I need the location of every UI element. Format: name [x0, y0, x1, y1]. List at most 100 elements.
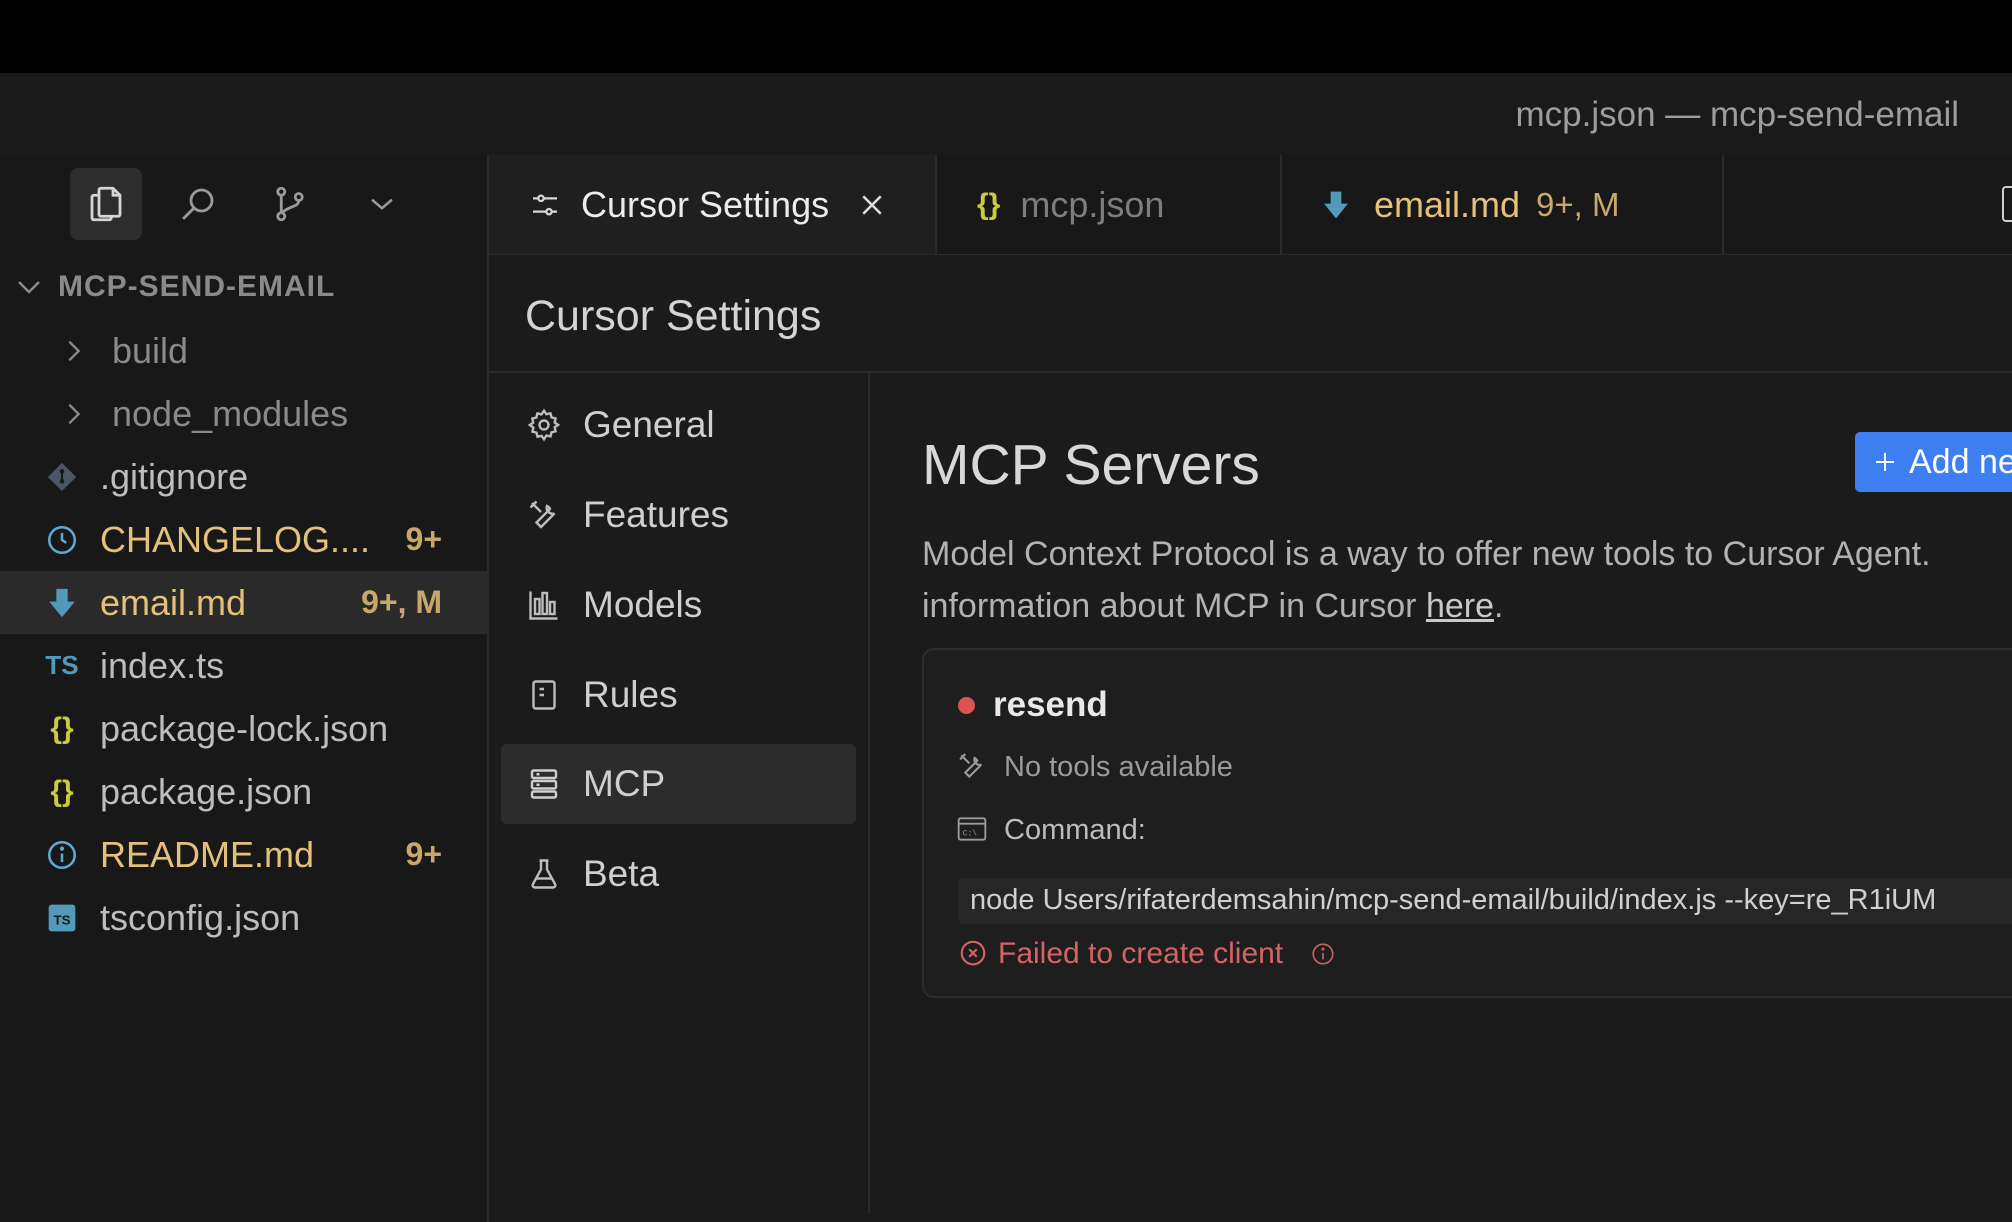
tree-item-label: index.ts	[100, 644, 225, 686]
info-icon[interactable]	[1310, 941, 1336, 967]
nav-label: Rules	[583, 674, 678, 715]
json-braces-icon: {}	[977, 187, 1001, 221]
chevron-down-icon	[0, 272, 58, 302]
error-message: Failed to create client	[998, 937, 1284, 970]
explorer-button[interactable]	[70, 168, 142, 240]
tree-item-label: node_modules	[112, 392, 349, 434]
chevron-down-icon	[371, 198, 393, 210]
section-heading: MCP Servers	[922, 433, 1260, 497]
server-icon	[525, 765, 563, 803]
close-icon[interactable]	[857, 190, 887, 220]
files-icon	[90, 186, 122, 222]
description-text: .	[1494, 587, 1504, 625]
tree-item-tsconfig[interactable]: TS tsconfig.json	[0, 886, 487, 949]
json-braces-icon: {}	[50, 774, 74, 808]
tools-status: No tools available	[1004, 751, 1233, 783]
tab-label: email.md	[1374, 183, 1521, 225]
tree-item-index-ts[interactable]: TS index.ts	[0, 634, 487, 697]
settings-nav-general[interactable]: General	[501, 385, 856, 465]
tree-item-package-json[interactable]: {} package.json	[0, 760, 487, 823]
tree-item-readme[interactable]: README.md 9+	[0, 823, 487, 886]
search-icon	[182, 188, 214, 220]
download-arrow-icon	[1320, 189, 1352, 221]
nav-label: MCP	[583, 763, 666, 804]
flask-icon	[525, 855, 563, 893]
tree-item-label: package-lock.json	[100, 707, 389, 749]
settings-nav-rules[interactable]: Rules	[501, 655, 856, 735]
description-text: information about MCP in Cursor	[922, 587, 1426, 625]
description-line: information about MCP in Cursor here.	[922, 580, 2012, 632]
page-title: Cursor Settings	[525, 292, 822, 340]
tree-item-label: CHANGELOG....	[100, 518, 371, 560]
info-icon	[42, 835, 82, 875]
server-name: resend	[993, 685, 1108, 724]
error-icon	[958, 938, 988, 968]
explorer-root-label: MCP-SEND-EMAIL	[58, 270, 336, 303]
tree-item-label: README.md	[100, 833, 315, 875]
layout-toggle-icon[interactable]	[2002, 186, 2012, 222]
git-icon	[42, 457, 82, 497]
add-server-label: Add ne	[1909, 442, 2012, 481]
document-icon	[525, 676, 563, 714]
tab-cursor-settings[interactable]: Cursor Settings	[489, 155, 937, 254]
tab-label: Cursor Settings	[581, 183, 830, 225]
tree-item-label: email.md	[100, 581, 247, 623]
sliders-icon	[529, 189, 561, 221]
command-label: Command:	[1004, 814, 1146, 846]
chevron-right-icon	[54, 331, 94, 371]
tree-item-label: tsconfig.json	[100, 896, 301, 938]
git-branch-icon	[276, 186, 304, 222]
divider	[868, 373, 870, 1213]
tab-email-md[interactable]: email.md 9+, M	[1282, 155, 1724, 254]
tab-mcp-json[interactable]: {} mcp.json	[937, 155, 1282, 254]
top-bar	[0, 0, 2012, 73]
terminal-icon: C:\	[956, 813, 988, 845]
svg-text:TS: TS	[53, 912, 70, 927]
explorer-root-folder[interactable]: MCP-SEND-EMAIL	[0, 262, 335, 312]
clock-icon	[42, 520, 82, 560]
tree-item-label: build	[112, 329, 189, 371]
plus-icon	[1873, 450, 1897, 474]
tools-icon	[956, 750, 988, 782]
git-status-badge: 9+	[405, 836, 442, 872]
window-title: mcp.json — mcp-send-email	[1515, 95, 1959, 134]
json-braces-icon: {}	[50, 711, 74, 745]
tab-label: mcp.json	[1020, 183, 1165, 225]
tree-item-gitignore[interactable]: .gitignore	[0, 445, 487, 508]
section-description: Model Context Protocol is a way to offer…	[922, 528, 2012, 632]
bar-chart-icon	[525, 586, 563, 624]
settings-nav-beta[interactable]: Beta	[501, 834, 856, 914]
search-button[interactable]	[162, 168, 234, 240]
description-line: Model Context Protocol is a way to offer…	[922, 535, 1931, 573]
nav-label: Features	[583, 494, 730, 535]
tsconfig-icon: TS	[42, 898, 82, 938]
nav-label: General	[583, 404, 715, 445]
tree-item-package-lock[interactable]: {} package-lock.json	[0, 697, 487, 760]
nav-label: Beta	[583, 853, 660, 894]
tree-item-email-md[interactable]: email.md 9+, M	[0, 571, 487, 634]
add-server-button[interactable]: Add ne	[1855, 432, 2012, 492]
typescript-icon: TS	[45, 650, 79, 680]
settings-nav-models[interactable]: Models	[501, 565, 856, 645]
tree-item-changelog[interactable]: CHANGELOG.... 9+	[0, 508, 487, 571]
svg-text:C:\: C:\	[963, 830, 978, 839]
tab-git-badge: 9+, M	[1536, 185, 1620, 223]
settings-nav-features[interactable]: Features	[501, 475, 856, 555]
tree-item-build[interactable]: build	[0, 319, 487, 382]
download-arrow-icon	[42, 583, 82, 623]
git-status-badge: 9+	[405, 521, 442, 557]
source-control-button[interactable]	[254, 168, 326, 240]
divider	[489, 371, 2012, 373]
more-views-button[interactable]	[346, 168, 418, 240]
nav-label: Models	[583, 584, 703, 625]
command-text: node Users/rifaterdemsahin/mcp-send-emai…	[970, 884, 1937, 916]
tree-item-label: package.json	[100, 770, 313, 812]
tree-item-label: .gitignore	[100, 455, 249, 497]
tree-item-node-modules[interactable]: node_modules	[0, 382, 487, 445]
status-dot	[958, 697, 975, 714]
docs-link[interactable]: here	[1426, 587, 1494, 625]
settings-nav-mcp[interactable]: MCP	[501, 744, 856, 824]
git-status-badge: 9+, M	[361, 584, 442, 620]
chevron-right-icon	[54, 394, 94, 434]
tools-icon	[525, 496, 563, 534]
